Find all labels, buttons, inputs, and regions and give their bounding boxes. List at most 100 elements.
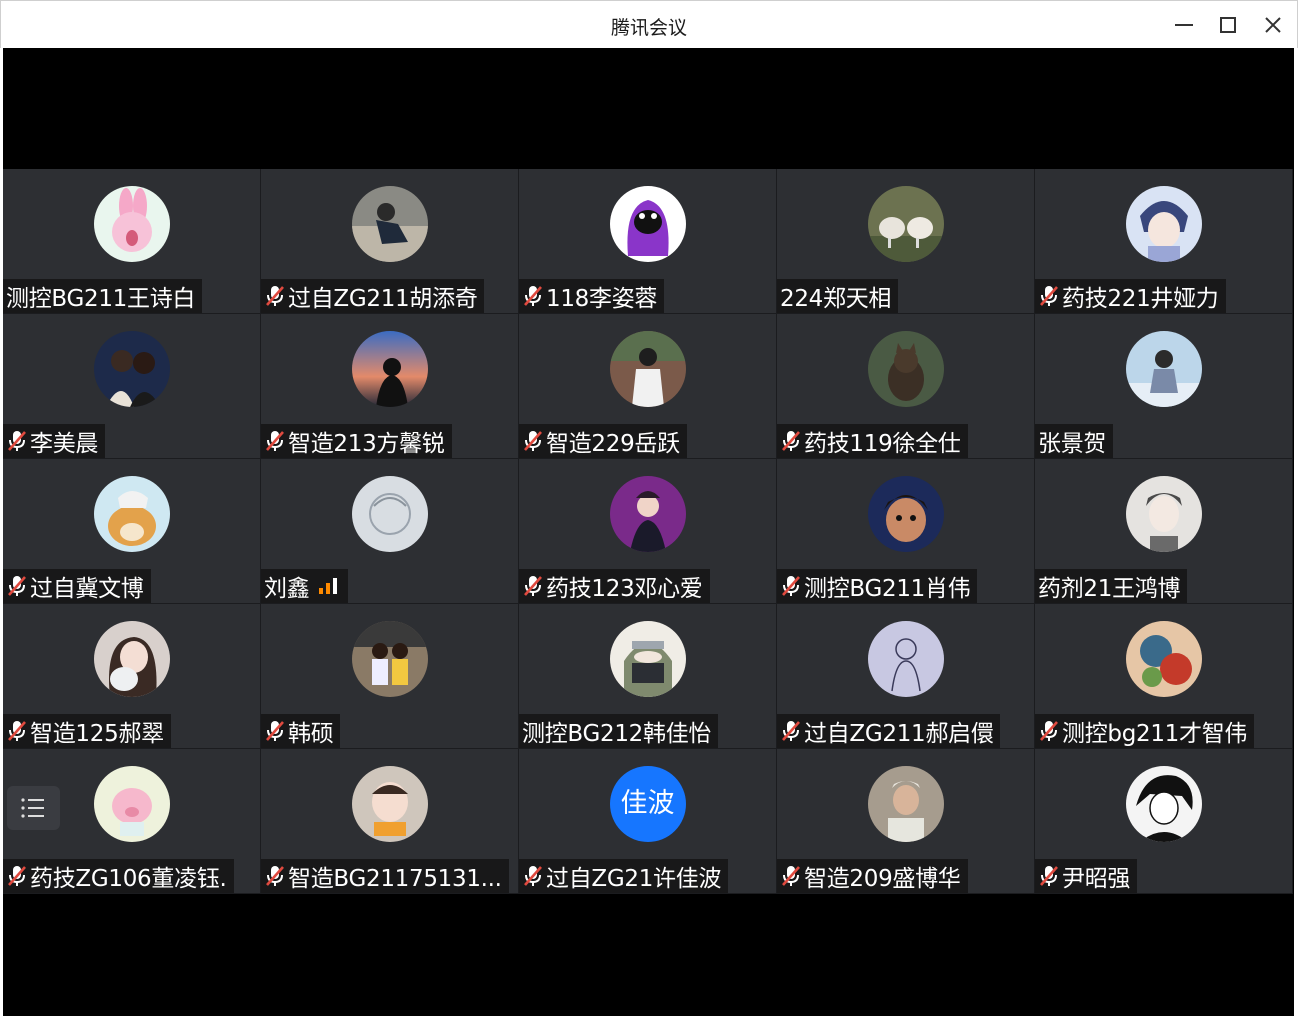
name-bar: 刘鑫 bbox=[261, 569, 349, 603]
name-bar: 李美晨 bbox=[3, 424, 106, 458]
participant-name: 过自ZG211胡添奇 bbox=[288, 286, 478, 312]
line-drawing-icon bbox=[867, 621, 944, 697]
sheep-photo-icon bbox=[867, 186, 944, 262]
selfie-icon bbox=[867, 766, 944, 842]
participant-tile[interactable]: 尹昭强 bbox=[1035, 749, 1293, 894]
window-title: 腾讯会议 bbox=[610, 17, 687, 39]
mic-muted-icon bbox=[264, 864, 288, 888]
mic-muted-icon bbox=[264, 719, 288, 743]
participant-tile[interactable]: 过自冀文博 bbox=[3, 459, 261, 604]
participant-tile[interactable]: 智造213方馨锐 bbox=[261, 314, 519, 459]
maximize-icon[interactable] bbox=[1214, 11, 1242, 39]
participant-name: 药技221井娅力 bbox=[1062, 286, 1219, 312]
participant-tile[interactable]: 测控BG211肖伟 bbox=[777, 459, 1035, 604]
name-bar: 测控BG211王诗白 bbox=[3, 279, 203, 313]
participant-name: 智造125郝翠 bbox=[30, 721, 164, 747]
couple-photo-icon bbox=[93, 331, 170, 407]
participant-tile[interactable]: 药技119徐全仕 bbox=[777, 314, 1035, 459]
participant-tile[interactable]: 张景贺 bbox=[1035, 314, 1293, 459]
participant-name: 药技123邓心爱 bbox=[546, 576, 703, 602]
participant-tile[interactable]: 李美晨 bbox=[3, 314, 261, 459]
singer-photo-icon bbox=[609, 476, 686, 552]
participant-name: 刘鑫 bbox=[264, 576, 310, 602]
participant-name: 118李姿蓉 bbox=[546, 286, 658, 312]
participant-tile[interactable]: 智造BG21175131... bbox=[261, 749, 519, 894]
participant-name: 药剂21王鸿博 bbox=[1038, 576, 1181, 602]
mic-muted-icon bbox=[264, 429, 288, 453]
participant-tile[interactable]: 药剂21王鸿博 bbox=[1035, 459, 1293, 604]
name-bar: 过自ZG211郝启儇 bbox=[777, 714, 1001, 748]
participant-tile[interactable]: 过自ZG211胡添奇 bbox=[261, 169, 519, 314]
mic-muted-icon bbox=[6, 864, 30, 888]
person-back-icon bbox=[609, 331, 686, 407]
participant-name: 测控BG211肖伟 bbox=[804, 576, 971, 602]
list-icon bbox=[21, 798, 44, 818]
participant-tile[interactable]: 佳波过自ZG21许佳波 bbox=[519, 749, 777, 894]
participant-name: 测控BG212韩佳怡 bbox=[522, 721, 712, 747]
participant-tile[interactable]: 药技123邓心爱 bbox=[519, 459, 777, 604]
pink-pig-icon bbox=[93, 766, 170, 842]
participant-tile[interactable]: 智造125郝翠 bbox=[3, 604, 261, 749]
member-list-button[interactable] bbox=[7, 786, 60, 830]
name-bar: 尹昭强 bbox=[1035, 859, 1138, 893]
mic-muted-icon bbox=[522, 284, 546, 308]
close-icon[interactable] bbox=[1259, 11, 1287, 39]
participant-tile[interactable]: 药技221井娅力 bbox=[1035, 169, 1293, 314]
cartoon-boy-icon bbox=[867, 476, 944, 552]
participant-tile[interactable]: 测控BG212韩佳怡 bbox=[519, 604, 777, 749]
two-kids-icon bbox=[351, 621, 428, 697]
participant-tile[interactable]: 测控BG211王诗白 bbox=[3, 169, 261, 314]
mic-muted-icon bbox=[1038, 864, 1062, 888]
purple-cartoon-icon bbox=[609, 186, 686, 262]
mic-muted-icon bbox=[6, 574, 30, 598]
video-stage: 测控BG211王诗白 过自ZG211胡添奇 118李姿蓉 224郑天相 药技221井娅力… bbox=[3, 48, 1294, 1016]
signal-icon bbox=[309, 576, 341, 596]
girl-cat-icon bbox=[93, 621, 170, 697]
participant-name: 测控bg211才智伟 bbox=[1062, 721, 1248, 747]
name-bar: 张景贺 bbox=[1035, 424, 1114, 458]
participant-tile[interactable]: 118李姿蓉 bbox=[519, 169, 777, 314]
mic-muted-icon bbox=[1038, 719, 1062, 743]
participant-tile[interactable]: 刘鑫 bbox=[261, 459, 519, 604]
name-bar: 过自ZG21许佳波 bbox=[519, 859, 729, 893]
participant-tile[interactable]: 过自ZG211郝启儇 bbox=[777, 604, 1035, 749]
participant-tile[interactable]: 智造229岳跃 bbox=[519, 314, 777, 459]
shiba-dog-icon bbox=[93, 476, 170, 552]
participant-tile[interactable]: 测控bg211才智伟 bbox=[1035, 604, 1293, 749]
name-bar: 药剂21王鸿博 bbox=[1035, 569, 1188, 603]
pink-rabbit-icon bbox=[93, 186, 170, 262]
name-bar: 药技119徐全仕 bbox=[777, 424, 968, 458]
name-bar: 药技ZG106董凌钰. bbox=[3, 859, 234, 893]
mic-muted-icon bbox=[780, 429, 804, 453]
name-bar: 韩硕 bbox=[261, 714, 341, 748]
title-bar: 腾讯会议 bbox=[0, 0, 1298, 48]
participant-name: 智造213方馨锐 bbox=[288, 431, 445, 457]
photo-person-icon bbox=[351, 186, 428, 262]
name-bar: 智造213方馨锐 bbox=[261, 424, 452, 458]
name-bar: 过自ZG211胡添奇 bbox=[261, 279, 485, 313]
participant-tile[interactable]: 智造209盛博华 bbox=[777, 749, 1035, 894]
name-bar: 过自冀文博 bbox=[3, 569, 151, 603]
snow-person-icon bbox=[1125, 331, 1202, 407]
mic-muted-icon bbox=[780, 574, 804, 598]
painting-icon bbox=[1125, 621, 1202, 697]
mic-muted-icon bbox=[522, 864, 546, 888]
participant-tile[interactable]: 韩硕 bbox=[261, 604, 519, 749]
name-bar: 测控BG211肖伟 bbox=[777, 569, 978, 603]
name-bar: 智造BG21175131... bbox=[261, 859, 509, 893]
participant-name: 224郑天相 bbox=[780, 286, 892, 312]
mic-muted-icon bbox=[780, 719, 804, 743]
avatar-initials: 佳波 bbox=[620, 788, 675, 819]
anime-boy-icon bbox=[1125, 186, 1202, 262]
mic-muted-icon bbox=[780, 864, 804, 888]
participant-name: 韩硕 bbox=[288, 721, 334, 747]
participant-tile[interactable]: 224郑天相 bbox=[777, 169, 1035, 314]
name-bar: 药技221井娅力 bbox=[1035, 279, 1226, 313]
mic-muted-icon bbox=[522, 574, 546, 598]
participant-name: 智造BG21175131... bbox=[288, 866, 502, 892]
mic-muted-icon bbox=[522, 429, 546, 453]
sketch-icon bbox=[351, 476, 428, 552]
ninja-icon bbox=[609, 621, 686, 697]
participant-name: 智造229岳跃 bbox=[546, 431, 680, 457]
minimize-icon[interactable] bbox=[1170, 11, 1198, 39]
